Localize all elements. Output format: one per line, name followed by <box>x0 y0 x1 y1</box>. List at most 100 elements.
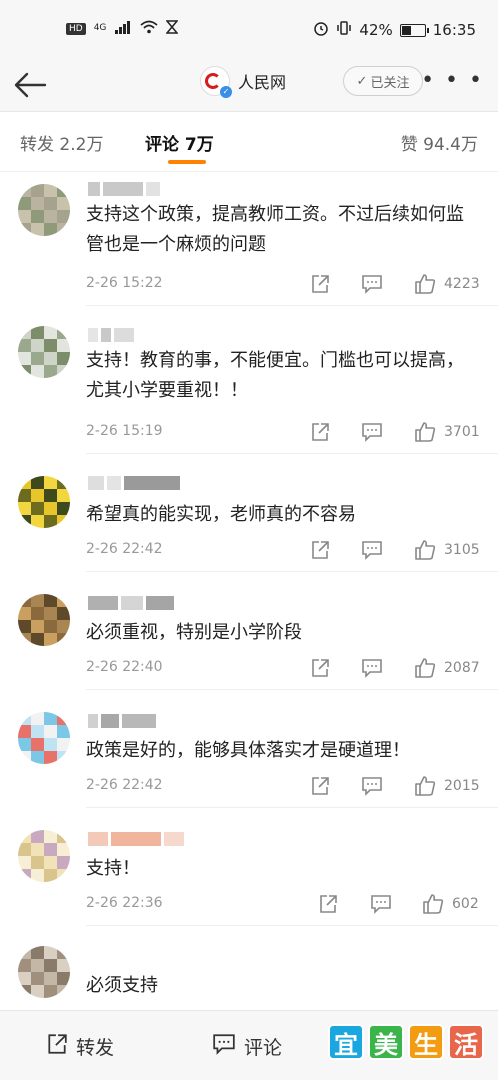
reply-button[interactable] <box>361 539 383 561</box>
account-name: 人民网 <box>238 73 287 92</box>
username-blurred[interactable] <box>88 832 184 846</box>
like-button[interactable]: 3701 <box>414 421 480 443</box>
username-blurred[interactable] <box>88 328 134 342</box>
avatar[interactable] <box>18 326 70 378</box>
share-icon <box>310 776 330 796</box>
share-button[interactable] <box>310 273 330 295</box>
avatar-pixel <box>57 712 70 725</box>
avatar-pixel <box>57 489 70 502</box>
avatar-pixel <box>31 489 44 502</box>
back-button[interactable] <box>10 66 50 104</box>
username-blurred[interactable] <box>88 596 174 610</box>
avatar-pixel <box>44 959 57 972</box>
reply-button[interactable] <box>361 421 383 443</box>
like-count: 602 <box>452 896 479 912</box>
like-count: 4223 <box>444 276 480 292</box>
like-button[interactable]: 4223 <box>414 273 480 295</box>
avatar-pixel <box>57 184 70 197</box>
avatar-pixel <box>18 339 31 352</box>
thumbs-up-icon <box>414 540 436 560</box>
username-blurred[interactable] <box>88 182 160 196</box>
avatar-pixel <box>57 946 70 959</box>
avatar-pixel <box>57 594 70 607</box>
avatar-pixel <box>57 869 70 882</box>
repost-button[interactable]: 转发 <box>46 1033 114 1060</box>
share-button[interactable] <box>310 775 330 797</box>
hourglass-icon <box>165 20 180 37</box>
comment-text: 必须支持 <box>86 975 158 996</box>
comment-time: 2-26 22:42 <box>86 541 163 557</box>
clock: 16:35 <box>432 21 476 39</box>
avatar-pixel <box>57 856 70 869</box>
like-count: 3701 <box>444 424 480 440</box>
avatar-pixel <box>31 210 44 223</box>
share-button[interactable] <box>318 893 338 915</box>
share-button[interactable] <box>310 657 330 679</box>
avatar-pixel <box>31 339 44 352</box>
like-button[interactable]: 602 <box>422 893 479 915</box>
avatar-pixel <box>31 326 44 339</box>
more-options-icon[interactable]: • • • <box>421 70 484 92</box>
avatar[interactable] <box>18 594 70 646</box>
avatar-pixel <box>31 352 44 365</box>
signal-icon <box>114 20 132 37</box>
avatar-pixel <box>44 476 57 489</box>
share-icon <box>318 894 338 914</box>
share-icon <box>310 422 330 442</box>
avatar-pixel <box>18 326 31 339</box>
avatar-pixel <box>57 830 70 843</box>
avatar[interactable] <box>18 184 70 236</box>
avatar-pixel <box>18 946 31 959</box>
watermark-char: 生 <box>408 1024 444 1060</box>
comment-text: 支持这个政策，提高教师工资。不过后续如何监管也是一个麻烦的问题 <box>86 204 464 255</box>
watermark: 宜 美 生 活 <box>328 1024 484 1060</box>
tab-repost[interactable]: 转发 2.2万 <box>20 130 103 155</box>
avatar-pixel <box>31 476 44 489</box>
like-button[interactable]: 3105 <box>414 539 480 561</box>
avatar-pixel <box>57 339 70 352</box>
avatar-pixel <box>44 830 57 843</box>
avatar-pixel <box>44 502 57 515</box>
avatar-pixel <box>18 738 31 751</box>
comment-label: 评论 <box>244 1037 283 1059</box>
avatar-pixel <box>31 843 44 856</box>
share-button[interactable] <box>310 539 330 561</box>
like-count: 2087 <box>444 660 480 676</box>
avatar-pixel <box>18 594 31 607</box>
follow-button[interactable]: ✓ 已关注 <box>343 66 423 96</box>
tab-comment[interactable]: 评论 7万 <box>145 130 214 155</box>
avatar-pixel <box>57 365 70 378</box>
avatar[interactable] <box>18 476 70 528</box>
reply-button[interactable] <box>361 657 383 679</box>
avatar-pixel <box>18 515 31 528</box>
avatar-pixel <box>44 712 57 725</box>
comment-button[interactable]: 评论 <box>212 1033 282 1060</box>
comment-text: 必须重视，特别是小学阶段 <box>86 622 302 643</box>
avatar-pixel <box>18 365 31 378</box>
share-icon <box>310 658 330 678</box>
reply-button[interactable] <box>361 775 383 797</box>
like-button[interactable]: 2015 <box>414 775 480 797</box>
reply-button[interactable] <box>361 273 383 295</box>
username-blurred[interactable] <box>88 476 180 490</box>
account-header[interactable]: ✓ 人民网 <box>200 66 287 98</box>
battery-percent: 42% <box>359 21 393 39</box>
tab-like[interactable]: 赞 94.4万 <box>401 130 478 155</box>
like-button[interactable]: 2087 <box>414 657 480 679</box>
avatar[interactable] <box>18 946 70 998</box>
comment-icon <box>361 540 383 560</box>
avatar-pixel <box>31 751 44 764</box>
avatar[interactable] <box>18 830 70 882</box>
comment-item: 支持！ 2-26 22:36 602 <box>0 808 498 926</box>
avatar-pixel <box>44 985 57 998</box>
follow-label: 已关注 <box>370 75 410 91</box>
avatar-pixel <box>44 856 57 869</box>
avatar-pixel <box>31 365 44 378</box>
share-button[interactable] <box>310 421 330 443</box>
avatar[interactable] <box>18 712 70 764</box>
avatar-pixel <box>31 223 44 236</box>
avatar-pixel <box>18 502 31 515</box>
reply-button[interactable] <box>370 893 392 915</box>
username-blurred[interactable] <box>88 714 156 728</box>
avatar-pixel <box>31 725 44 738</box>
